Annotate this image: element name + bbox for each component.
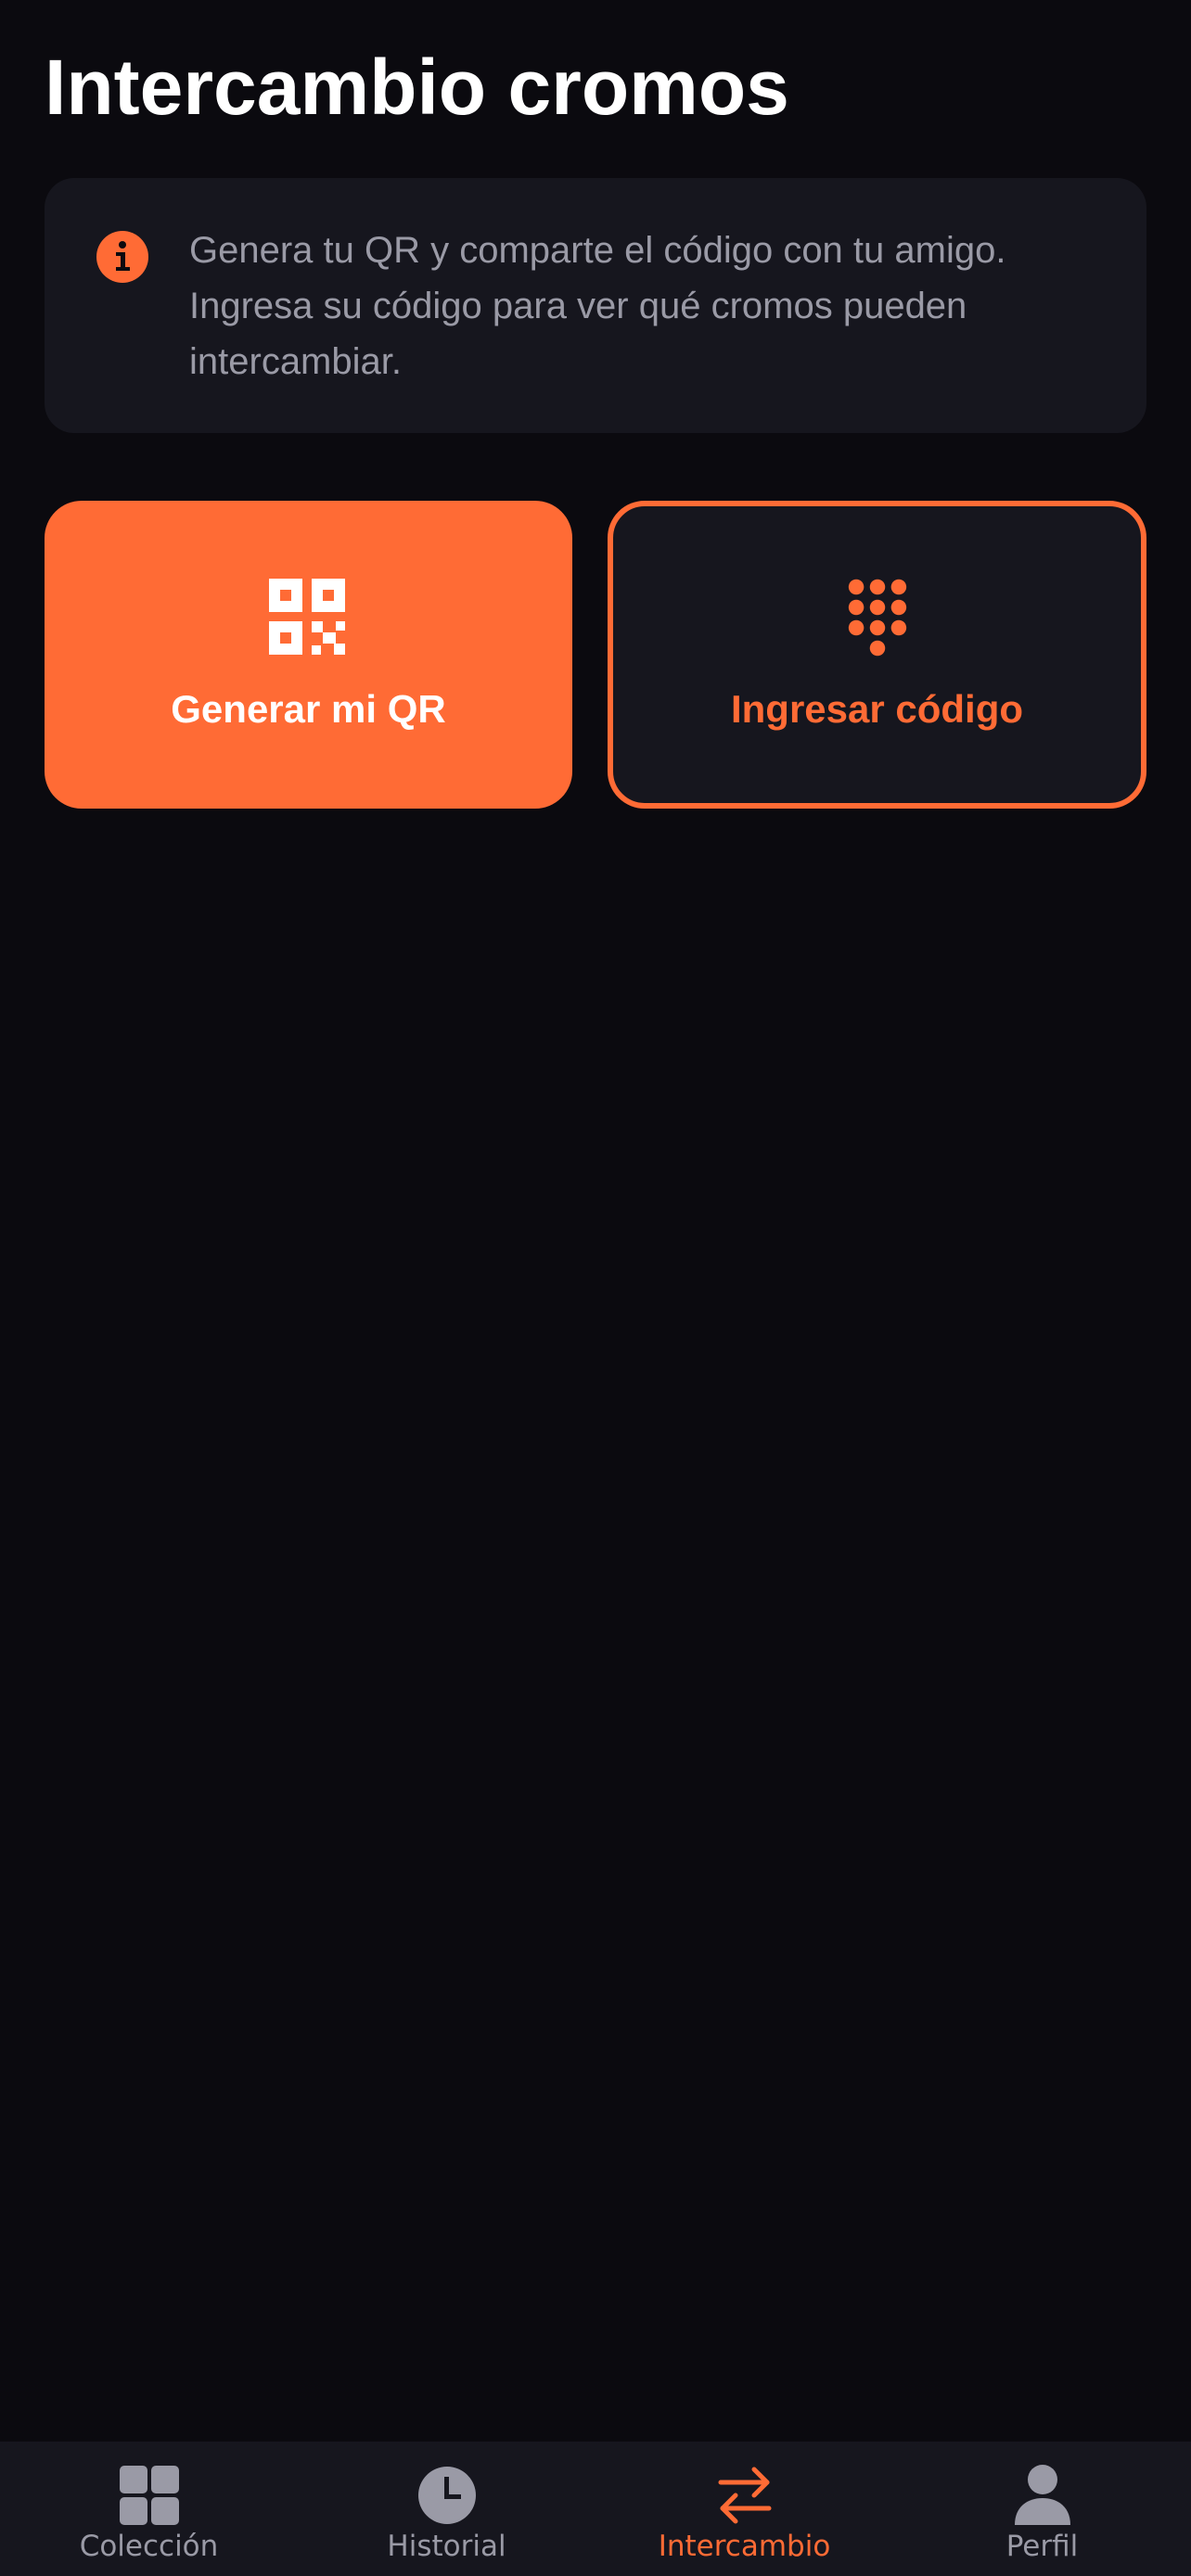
info-card: Genera tu QR y comparte el código con tu… [45,178,1146,433]
tab-coleccion[interactable]: Colección [0,2442,298,2576]
tab-perfil-label: Perfil [1005,2530,1079,2563]
enter-code-label: Ingresar código [730,687,1024,731]
info-icon [96,231,148,283]
qr-code-icon [269,579,345,655]
bottom-tab-bar: Colección Historial Intercambio Perfil [0,2442,1191,2576]
trade-screen: Intercambio cromos Genera tu QR y compar… [0,0,1191,2576]
page-title: Intercambio cromos [45,44,789,131]
tab-intercambio-label: Intercambio [658,2530,831,2563]
swap-arrows-icon [718,2467,772,2524]
enter-code-button[interactable]: Ingresar código [608,501,1146,809]
generate-qr-button[interactable]: Generar mi QR [45,501,572,809]
clock-icon [418,2467,476,2524]
tab-intercambio[interactable]: Intercambio [596,2442,893,2576]
info-text: Genera tu QR y comparte el código con tu… [189,230,1006,382]
person-icon [1015,2465,1070,2525]
tab-perfil[interactable]: Perfil [893,2442,1191,2576]
grid-icon [120,2466,179,2525]
keypad-icon [848,579,907,657]
tab-historial-label: Historial [387,2530,506,2563]
tab-historial[interactable]: Historial [298,2442,596,2576]
tab-coleccion-label: Colección [79,2530,219,2563]
generate-qr-label: Generar mi QR [171,687,446,731]
